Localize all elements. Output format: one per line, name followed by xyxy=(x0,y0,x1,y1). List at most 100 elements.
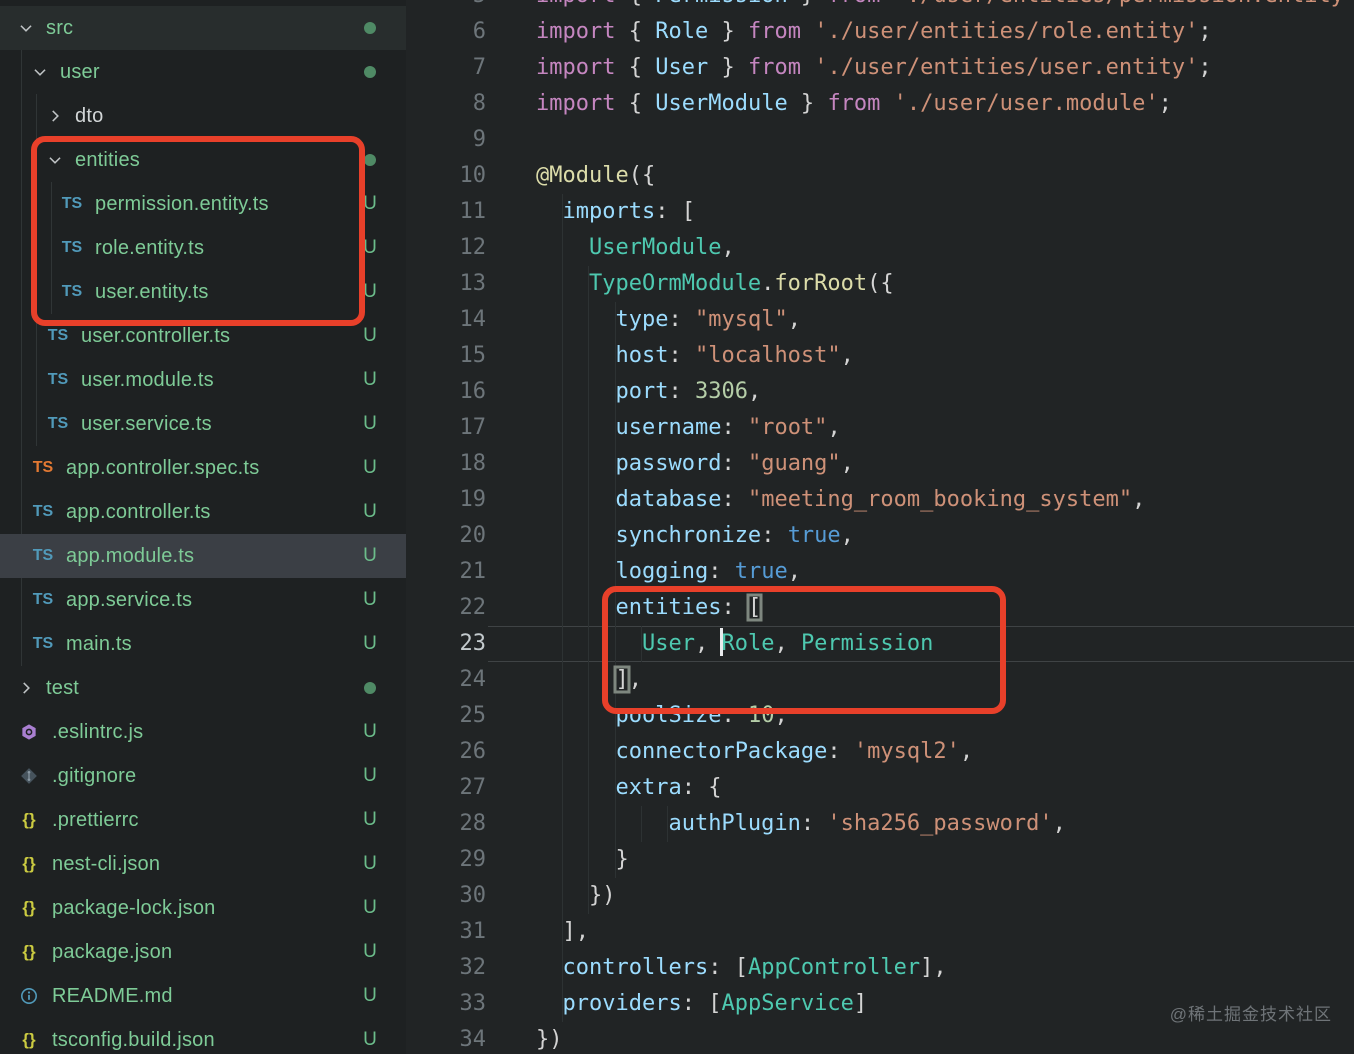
code-line[interactable]: 28 authPlugin: 'sha256_password', xyxy=(406,806,1354,842)
code-line[interactable]: 8import { UserModule } from './user/user… xyxy=(406,86,1354,122)
code-token: 'sha256_password' xyxy=(827,811,1052,836)
sidebar-item-main-ts[interactable]: TSmain.tsU xyxy=(0,622,406,666)
code-line[interactable]: 17 username: "root", xyxy=(406,410,1354,446)
code-line[interactable]: 18 password: "guang", xyxy=(406,446,1354,482)
code-line[interactable]: 30 }) xyxy=(406,878,1354,914)
line-number: 24 xyxy=(406,662,486,698)
sidebar-item-app-controller-ts[interactable]: TSapp.controller.tsU xyxy=(0,490,406,534)
sidebar-item-role-entity-ts[interactable]: TSrole.entity.tsU xyxy=(0,226,406,270)
code-line[interactable]: 31 ], xyxy=(406,914,1354,950)
sidebar-item-tsconfig-build-json[interactable]: {}tsconfig.build.jsonU xyxy=(0,1018,406,1054)
sidebar-item-user-service-ts[interactable]: TSuser.service.tsU xyxy=(0,402,406,446)
sidebar-item-app-module-ts[interactable]: TSapp.module.tsU xyxy=(0,534,406,578)
code-line[interactable]: 23 User, Role, Permission xyxy=(406,626,1354,662)
sidebar-item-gitignore[interactable]: .gitignoreU xyxy=(0,754,406,798)
code-line[interactable]: 22 entities: [ xyxy=(406,590,1354,626)
sidebar-item-app-controller-spec-ts[interactable]: TSapp.controller.spec.tsU xyxy=(0,446,406,490)
code-token xyxy=(536,307,615,332)
tree-item-label: entities xyxy=(75,149,140,172)
code-line[interactable]: 16 port: 3306, xyxy=(406,374,1354,410)
code-line[interactable]: 19 database: "meeting_room_booking_syste… xyxy=(406,482,1354,518)
code-line[interactable]: 5import { Permission } from './user/enti… xyxy=(406,0,1354,14)
code-line[interactable]: 21 logging: true, xyxy=(406,554,1354,590)
sidebar-folder-user[interactable]: user xyxy=(0,50,406,94)
chevron-down-icon[interactable] xyxy=(14,16,38,40)
untracked-badge-label: U xyxy=(363,721,377,743)
sidebar-folder-dto[interactable]: dto xyxy=(0,94,406,138)
code-token: , xyxy=(827,415,840,440)
sidebar-folder-entities[interactable]: entities xyxy=(0,138,406,182)
code-token xyxy=(536,199,563,224)
sidebar-item-package-lock-json[interactable]: {}package-lock.jsonU xyxy=(0,886,406,930)
code-token: ] xyxy=(854,991,867,1016)
code-text: ], xyxy=(486,662,642,698)
tree-item-label: package-lock.json xyxy=(52,897,216,920)
sidebar-item-prettierrc[interactable]: {}.prettierrcU xyxy=(0,798,406,842)
code-area[interactable]: 5import { Permission } from './user/enti… xyxy=(406,0,1354,1054)
git-status-dot xyxy=(360,66,380,78)
sidebar-item-eslintrc-js[interactable]: .eslintrc.jsU xyxy=(0,710,406,754)
sidebar-item-readme-md[interactable]: README.mdU xyxy=(0,974,406,1018)
code-token xyxy=(536,523,615,548)
sidebar-item-nest-cli-json[interactable]: {}nest-cli.jsonU xyxy=(0,842,406,886)
code-text: @Module({ xyxy=(486,158,655,194)
chevron-down-icon[interactable] xyxy=(28,60,52,84)
untracked-badge: U xyxy=(360,193,380,215)
code-line[interactable]: 12 UserModule, xyxy=(406,230,1354,266)
chevron-right-icon[interactable] xyxy=(43,104,67,128)
code-token: './user/entities/permission.entity' xyxy=(894,0,1354,8)
code-token: : xyxy=(827,739,854,764)
code-line[interactable]: 29 } xyxy=(406,842,1354,878)
code-line[interactable]: 14 type: "mysql", xyxy=(406,302,1354,338)
sidebar-item-permission-entity-ts[interactable]: TSpermission.entity.tsU xyxy=(0,182,406,226)
code-line[interactable]: 27 extra: { xyxy=(406,770,1354,806)
sidebar-item-user-controller-ts[interactable]: TSuser.controller.tsU xyxy=(0,314,406,358)
code-editor[interactable]: 5import { Permission } from './user/enti… xyxy=(406,0,1354,1054)
tree-item-label: user.module.ts xyxy=(81,369,214,392)
chevron-right-icon[interactable] xyxy=(14,676,38,700)
tree-item-label: .prettierrc xyxy=(52,809,139,832)
code-token: Permission xyxy=(655,0,787,8)
code-text xyxy=(486,122,536,158)
sidebar-item-app-service-ts[interactable]: TSapp.service.tsU xyxy=(0,578,406,622)
code-token: Permission xyxy=(801,631,933,656)
code-line[interactable]: 34}) xyxy=(406,1022,1354,1054)
code-line[interactable]: 11 imports: [ xyxy=(406,194,1354,230)
file-icon: {} xyxy=(14,942,44,962)
code-token: controllers xyxy=(563,955,709,980)
code-line[interactable]: 7import { User } from './user/entities/u… xyxy=(406,50,1354,86)
code-token: . xyxy=(761,271,774,296)
code-text: logging: true, xyxy=(486,554,801,590)
sidebar-folder-test[interactable]: test xyxy=(0,666,406,710)
untracked-badge-label: U xyxy=(363,237,377,259)
code-token: './user/entities/role.entity' xyxy=(814,19,1198,44)
code-line[interactable]: 6import { Role } from './user/entities/r… xyxy=(406,14,1354,50)
code-token: , xyxy=(748,379,761,404)
chevron-down-icon xyxy=(46,151,64,169)
code-line[interactable]: 15 host: "localhost", xyxy=(406,338,1354,374)
sidebar-item-user-entity-ts[interactable]: TSuser.entity.tsU xyxy=(0,270,406,314)
chevron-down-icon[interactable] xyxy=(43,148,67,172)
code-line[interactable]: 13 TypeOrmModule.forRoot({ xyxy=(406,266,1354,302)
code-token: }) xyxy=(536,883,615,908)
sidebar-item-user-module-ts[interactable]: TSuser.module.tsU xyxy=(0,358,406,402)
code-line[interactable]: 10@Module({ xyxy=(406,158,1354,194)
file-explorer: srcuserdto entities TSpermission.entity.ts… xyxy=(0,0,406,1054)
untracked-badge-label: U xyxy=(363,897,377,919)
tree-item-label: app.controller.spec.ts xyxy=(66,457,259,480)
code-line[interactable]: 20 synchronize: true, xyxy=(406,518,1354,554)
code-line[interactable]: 26 connectorPackage: 'mysql2', xyxy=(406,734,1354,770)
code-token: , xyxy=(629,667,642,692)
code-line[interactable]: 9 xyxy=(406,122,1354,158)
code-line[interactable]: 25 poolSize: 10, xyxy=(406,698,1354,734)
code-token: : xyxy=(761,523,788,548)
code-token xyxy=(801,19,814,44)
sidebar-folder-src[interactable]: src xyxy=(0,6,406,50)
sidebar-item-package-json[interactable]: {}package.jsonU xyxy=(0,930,406,974)
code-line[interactable]: 24 ], xyxy=(406,662,1354,698)
code-token: database xyxy=(615,487,721,512)
file-icon xyxy=(14,767,44,785)
code-text: }) xyxy=(486,1022,563,1054)
code-token: host xyxy=(615,343,668,368)
code-line[interactable]: 32 controllers: [AppController], xyxy=(406,950,1354,986)
